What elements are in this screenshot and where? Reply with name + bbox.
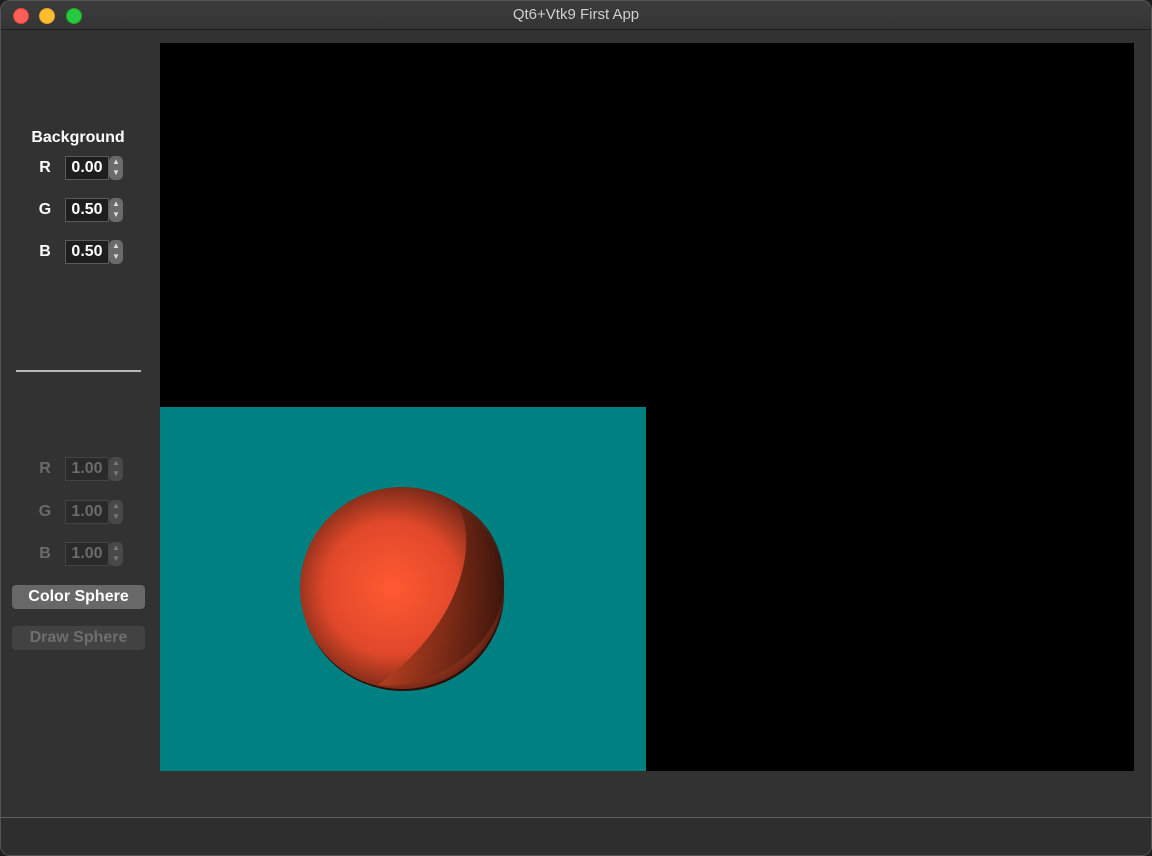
sphere-b-field[interactable]: 1.00 xyxy=(65,542,109,566)
sphere-g-label: G xyxy=(38,503,52,520)
background-r-label: R xyxy=(39,159,51,176)
background-b-field[interactable]: 0.50 xyxy=(65,240,109,264)
stepper-icon[interactable]: ▲ ▼ xyxy=(109,542,123,566)
sphere-r-spinbox[interactable]: 1.00 ▲ ▼ xyxy=(65,457,125,481)
vtk-render-view[interactable] xyxy=(160,43,1134,771)
vtk-viewport[interactable] xyxy=(160,407,646,771)
background-b-label: B xyxy=(39,243,51,260)
draw-sphere-button[interactable]: Draw Sphere xyxy=(12,626,145,650)
background-r-spinbox[interactable]: 0.00 ▲ ▼ xyxy=(65,156,125,180)
stepper-icon[interactable]: ▲ ▼ xyxy=(109,198,123,222)
background-g-spinbox[interactable]: 0.50 ▲ ▼ xyxy=(65,198,125,222)
sphere-render xyxy=(300,487,505,691)
title-bar: Qt6+Vtk9 First App xyxy=(1,1,1151,30)
sphere-r-field[interactable]: 1.00 xyxy=(65,457,109,481)
stepper-icon[interactable]: ▲ ▼ xyxy=(109,240,123,264)
background-b-spinbox[interactable]: 0.50 ▲ ▼ xyxy=(65,240,125,264)
app-window: Qt6+Vtk9 First App Background R 0.00 ▲ ▼ … xyxy=(0,0,1152,856)
status-bar xyxy=(1,817,1151,855)
background-heading: Background xyxy=(31,129,125,146)
color-sphere-button[interactable]: Color Sphere xyxy=(12,585,145,609)
sphere-g-spinbox[interactable]: 1.00 ▲ ▼ xyxy=(65,500,125,524)
sphere-g-field[interactable]: 1.00 xyxy=(65,500,109,524)
stepper-icon[interactable]: ▲ ▼ xyxy=(109,457,123,481)
sphere-b-label: B xyxy=(39,545,51,562)
background-r-field[interactable]: 0.00 xyxy=(65,156,109,180)
panel-separator xyxy=(16,370,141,372)
background-g-field[interactable]: 0.50 xyxy=(65,198,109,222)
window-title: Qt6+Vtk9 First App xyxy=(512,6,640,23)
sphere-r-label: R xyxy=(39,460,51,477)
stepper-icon[interactable]: ▲ ▼ xyxy=(109,500,123,524)
stepper-icon[interactable]: ▲ ▼ xyxy=(109,156,123,180)
sphere-b-spinbox[interactable]: 1.00 ▲ ▼ xyxy=(65,542,125,566)
background-g-label: G xyxy=(38,201,52,218)
